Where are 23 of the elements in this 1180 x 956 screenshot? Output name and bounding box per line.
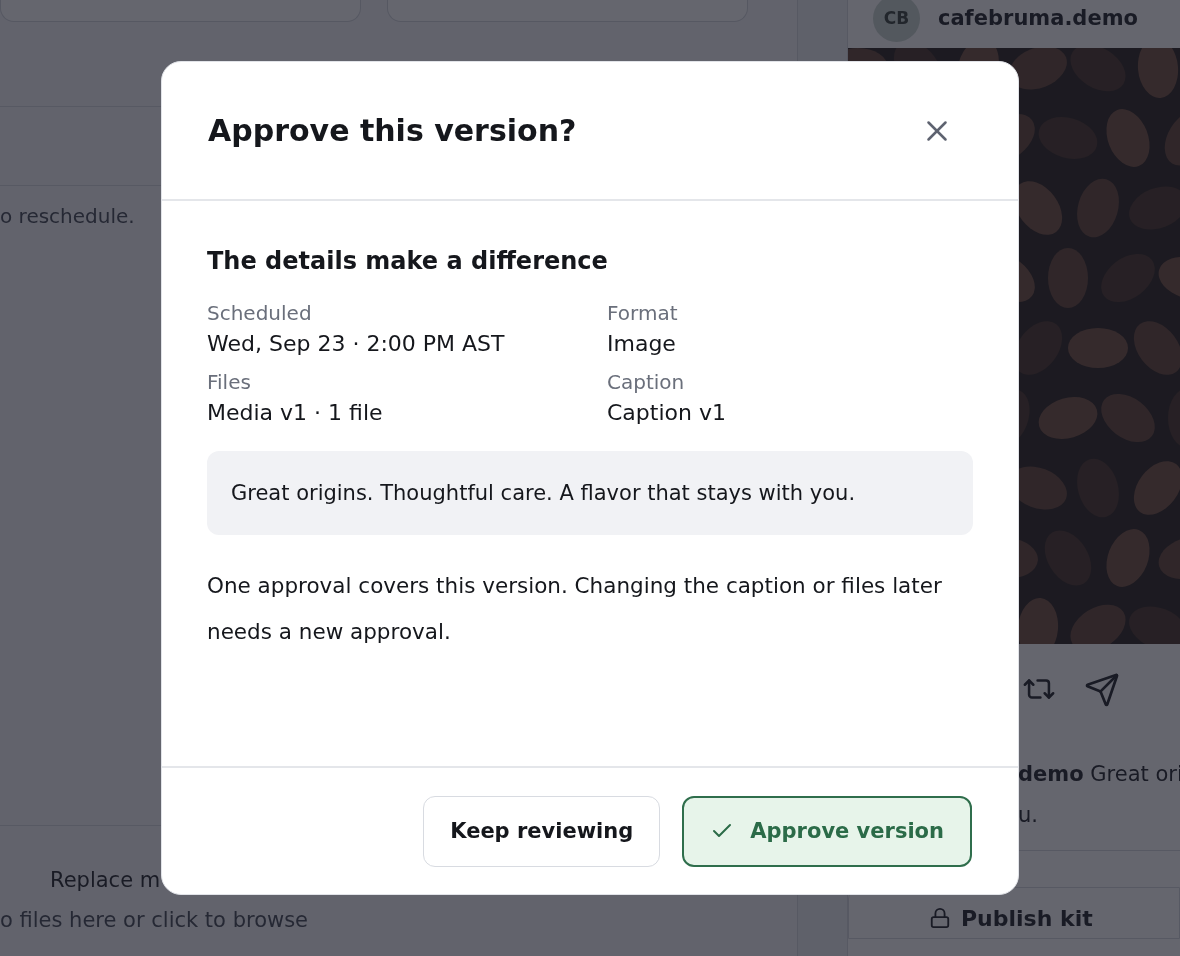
detail-value: Media v1 · 1 file: [207, 400, 384, 425]
detail-label: Files: [207, 370, 252, 394]
approval-note: One approval covers this version. Changing the caption or files later needs a new approval.: [207, 572, 943, 646]
approve-button[interactable]: Approve version: [682, 795, 972, 867]
upload-hint: o files here or click to browse: [0, 908, 310, 932]
lock-icon: [929, 907, 951, 929]
caption-text: u.: [1018, 802, 1038, 829]
keep-reviewing-button[interactable]: Keep reviewing: [423, 795, 661, 867]
notice-text: o reschedule.: [0, 204, 135, 228]
detail-value: Caption v1: [607, 400, 727, 425]
caption-preview: Great origins. Thoughtful care. A flavor that stays with you.: [207, 451, 973, 535]
detail-value: Image: [607, 331, 677, 356]
publish-kit-title: Publish kit: [961, 905, 1093, 931]
dialog-title: Approve this version?: [208, 113, 577, 148]
detail-label: Format: [607, 301, 679, 325]
detail-label: Caption: [607, 370, 686, 394]
caption-text: demo Great ori: [1018, 761, 1180, 788]
detail-label: Scheduled: [207, 301, 313, 325]
send-icon[interactable]: [1084, 672, 1120, 708]
upload-title: Replace m: [50, 868, 162, 892]
detail-value: Wed, Sep 23 · 2:00 PM AST: [207, 331, 506, 356]
account-name: cafebruma.demo: [938, 6, 1138, 30]
section-heading: The details make a difference: [207, 247, 609, 275]
